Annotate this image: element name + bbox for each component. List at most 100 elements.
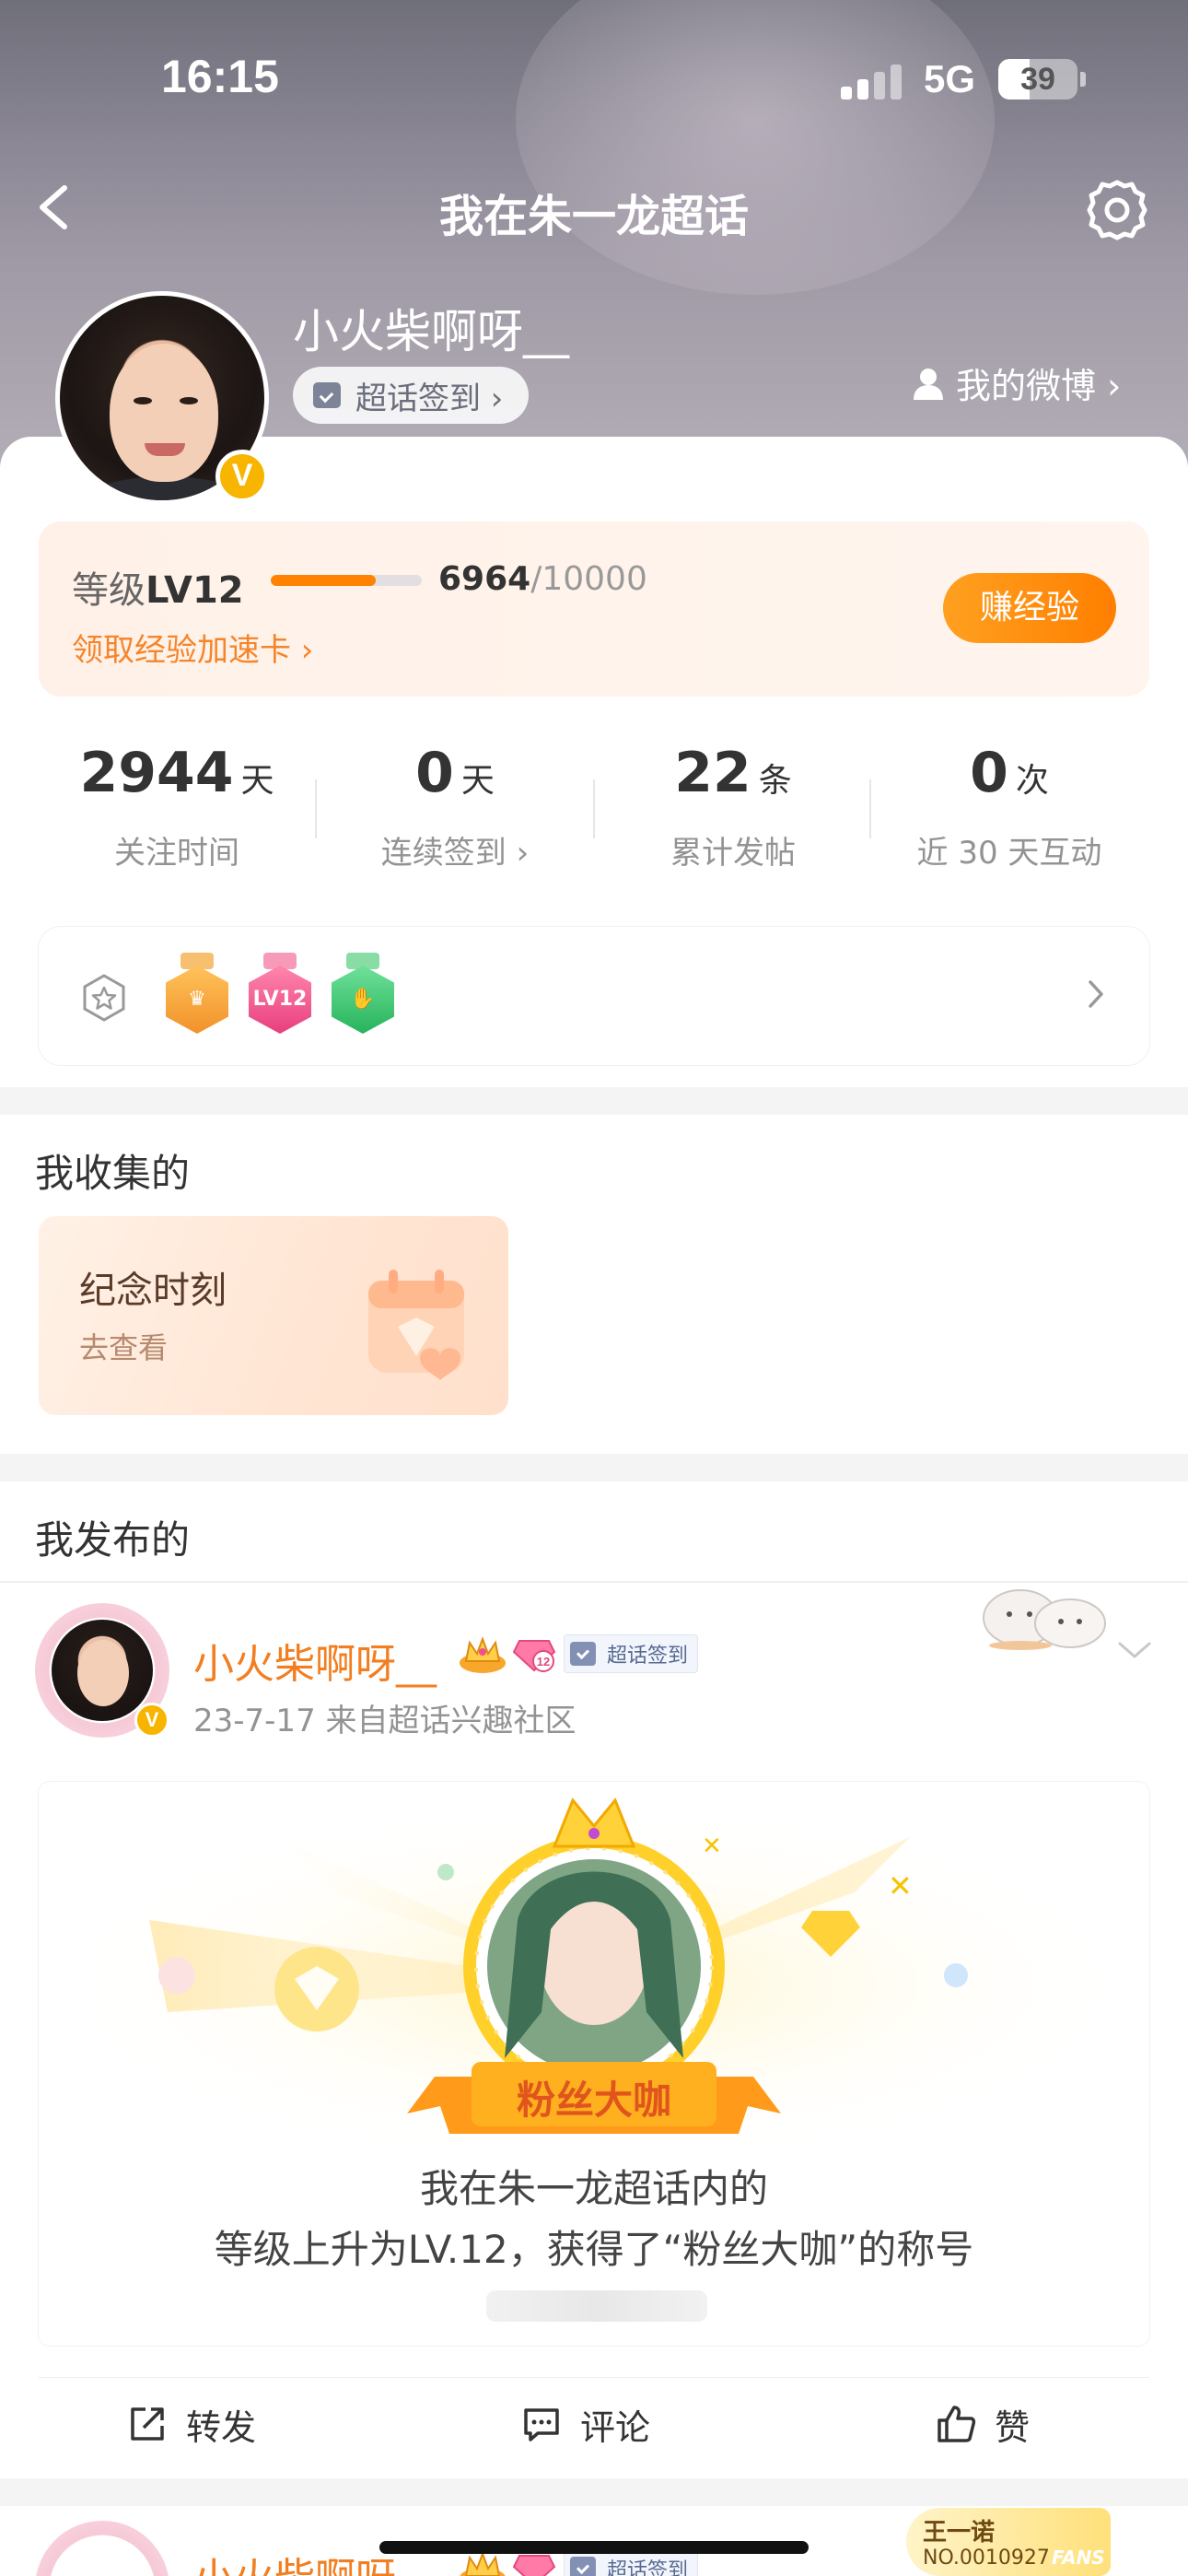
comment-label: 评论 — [580, 2406, 651, 2448]
stat-posts: 22 条 累计发帖 — [595, 715, 871, 879]
checkin-label: 超话签到 › — [355, 380, 504, 417]
repost-button[interactable]: 转发 — [127, 2378, 256, 2470]
stat-checkin-streak[interactable]: 0天 连续签到 › — [317, 715, 593, 879]
chevron-right-icon — [1089, 980, 1103, 1008]
share-icon — [131, 2407, 164, 2441]
stat-label: 关注时间 — [114, 835, 239, 872]
level-label: 等级LV12 — [72, 560, 244, 614]
svg-text:12: 12 — [537, 1655, 550, 1669]
lv12-medal-text: LV12 — [252, 988, 308, 1011]
settings-button[interactable] — [1082, 175, 1152, 245]
lv12-badge-icon — [512, 2555, 556, 2576]
stat-follow-days: 2944 天 关注时间 — [39, 715, 315, 879]
checkin-tag-label: 超话签到 — [607, 1645, 689, 1668]
checkin-button[interactable]: 超话签到 › — [293, 367, 530, 424]
status-time: 16:15 — [161, 51, 279, 102]
memory-card-subtitle: 去查看 — [79, 1330, 169, 1365]
medal-outline-icon — [83, 974, 125, 1022]
collections-section: 我收集的 纪念时刻 去查看 — [0, 1115, 1188, 1454]
xp-total: /10000 — [530, 560, 647, 598]
level-value: LV12 — [146, 569, 244, 612]
post-meta: 23-7-17 来自超话兴趣社区 — [193, 1703, 577, 1739]
lv12-medal-icon: LV12 — [247, 953, 313, 1037]
calendar-diamond-icon — [368, 1270, 464, 1380]
crown-medal-icon: ♛ — [164, 953, 230, 1037]
my-weibo-link[interactable]: 我的微博 › — [910, 357, 1121, 408]
post-author-avatar[interactable]: V — [35, 1603, 169, 1738]
xp-current: 6964 — [438, 560, 531, 598]
stat-value: 22 — [674, 741, 751, 805]
stat-value: 0 — [415, 741, 454, 805]
chevron-down-icon[interactable] — [1116, 1638, 1153, 1662]
blurred-signature — [486, 2290, 707, 2322]
person-icon — [914, 368, 943, 400]
hand-medal-icon: ✋ — [330, 953, 396, 1037]
calendar-check-icon — [570, 2557, 596, 2576]
stat-unit: 条 — [758, 762, 792, 800]
stat-label: 近 30 天互动 — [916, 835, 1102, 872]
my-weibo-label: 我的微博 › — [956, 366, 1122, 406]
level-caption: 等级 — [72, 569, 146, 612]
fan-title-banner: 粉丝大咖 — [516, 2078, 671, 2123]
level-box: 等级LV12 6964/10000 领取经验加速卡 › 赚经验 — [39, 521, 1149, 697]
calendar-check-icon — [313, 382, 341, 408]
stat-unit: 天 — [240, 762, 274, 800]
stat-unit: 天 — [460, 762, 495, 800]
badges-row[interactable]: ♛ LV12 ✋ — [39, 927, 1149, 1065]
accel-card-link[interactable]: 领取经验加速卡 › — [72, 625, 313, 670]
status-bar: 16:15 5G 39 — [0, 0, 1188, 157]
earn-xp-button[interactable]: 赚经验 — [943, 573, 1116, 643]
crown-badge-icon — [460, 1636, 506, 1673]
home-indicator — [379, 2541, 809, 2554]
svg-text:✕: ✕ — [888, 1868, 913, 1903]
page-title: 我在朱一龙超话 — [438, 191, 749, 242]
level-up-line1: 我在朱一龙超话内的 — [419, 2166, 768, 2211]
stat-unit: 次 — [1015, 762, 1049, 800]
stat-value: 2944 — [79, 741, 234, 805]
fans-card[interactable]: 王一诺 NO.0010927 FANS — [906, 2508, 1111, 2576]
stats-row: 2944 天 关注时间 0天 连续签到 › 22 条 累计发帖 0次 近 30 天互… — [39, 715, 1149, 879]
verified-badge: V — [134, 1703, 169, 1738]
cellular-signal-icon — [841, 63, 905, 100]
collections-title: 我收集的 — [35, 1151, 191, 1196]
cat-sticker-icon — [983, 1589, 1106, 1650]
repost-label: 转发 — [186, 2406, 257, 2448]
battery-level: 39 — [1020, 62, 1055, 97]
xp-progress-bar — [271, 575, 422, 586]
verified-badge: V — [215, 450, 269, 503]
fans-card-number: NO.0010927 — [923, 2547, 1050, 2570]
xp-progress-fill — [271, 575, 377, 586]
memory-moment-card[interactable]: 纪念时刻 去查看 — [39, 1216, 508, 1415]
comment-icon — [524, 2408, 559, 2441]
battery-icon: 39 — [998, 59, 1077, 100]
level-up-line2: 等级上升为LV.12，获得了“粉丝大咖”的称号 — [214, 2227, 974, 2272]
post-separator — [0, 2478, 1188, 2506]
fans-card-logo: FANS — [1052, 2547, 1105, 2569]
post-actions: 转发 评论 赞 — [39, 2377, 1149, 2469]
battery-cap — [1080, 72, 1086, 87]
fan-level-card: 等级LV12 6964/10000 领取经验加速卡 › 赚经验 2944 天 关注… — [0, 437, 1188, 1087]
xp-text: 6964/10000 — [438, 560, 647, 598]
gear-icon — [1087, 180, 1147, 240]
network-type: 5G — [924, 57, 976, 100]
like-label: 赞 — [995, 2406, 1031, 2448]
published-title: 我发布的 — [35, 1517, 191, 1563]
comment-button[interactable]: 评论 — [521, 2378, 650, 2470]
post-author-name[interactable]: 小火柴啊呀__ — [193, 1631, 437, 1690]
stat-interactions: 0次 近 30 天互动 — [871, 715, 1147, 879]
level-up-card[interactable]: ✕ ✕ 粉丝大咖 我在朱一龙超话内的 等级上升为LV.12，获得了“粉丝大咖”的… — [39, 1782, 1149, 2346]
like-button[interactable]: 赞 — [936, 2378, 1030, 2470]
lv12-badge-icon: 12 — [512, 1640, 556, 1672]
stat-label: 连续签到 › — [380, 835, 530, 872]
thumbs-up-icon — [938, 2406, 976, 2442]
memory-card-title: 纪念时刻 — [79, 1270, 227, 1312]
user-name[interactable]: 小火柴啊呀__ — [293, 295, 569, 361]
checkin-tag: 超话签到 — [564, 1634, 699, 1673]
checkin-tag-label: 超话签到 — [607, 2559, 689, 2576]
stat-label: 累计发帖 — [670, 835, 796, 872]
stat-value: 0 — [970, 741, 1008, 805]
svg-text:✕: ✕ — [702, 1832, 722, 1860]
author-badges: 12 超话签到 — [457, 1631, 699, 1677]
fans-card-name: 王一诺 — [923, 2519, 996, 2547]
calendar-check-icon — [570, 1642, 596, 1666]
